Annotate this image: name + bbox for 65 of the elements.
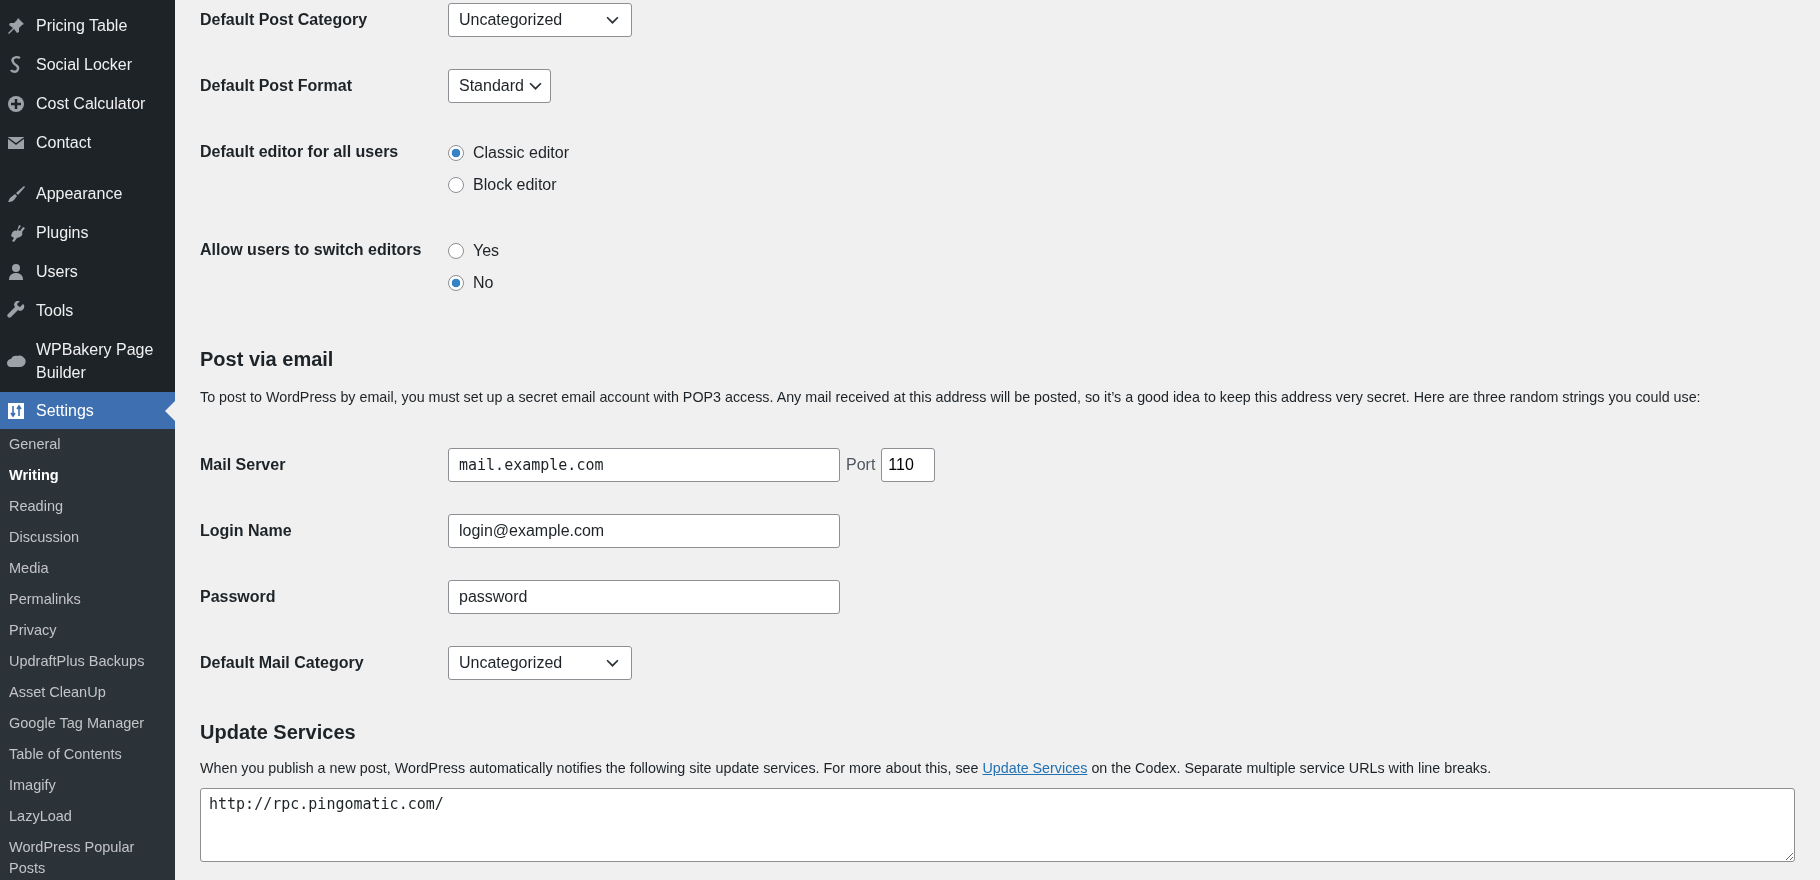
sidebar-submenu-item[interactable]: Imagify — [0, 770, 175, 801]
sidebar-submenu-item[interactable]: WordPress Popular Posts — [0, 832, 175, 880]
section-heading: Update Services — [200, 720, 357, 745]
wrench-icon — [6, 300, 26, 321]
paintbrush-icon — [6, 183, 26, 204]
sidebar-menu-item[interactable]: Appearance — [0, 174, 175, 213]
sidebar-submenu-item[interactable]: Writing — [0, 460, 175, 491]
update-services-link[interactable]: Update Services — [982, 760, 1088, 776]
sidebar-submenu-item[interactable]: Media — [0, 553, 175, 584]
port-field[interactable]: 110 — [881, 448, 936, 482]
sidebar-submenu-item[interactable]: Table of Contents — [0, 739, 175, 770]
sidebar-menu-item[interactable]: Plugins — [0, 213, 175, 252]
user-icon — [6, 261, 26, 282]
sidebar-menu-item[interactable]: Contact — [0, 123, 175, 162]
setting-label: Default Post Format — [200, 76, 353, 96]
sidebar-menu-item[interactable]: Settings — [0, 392, 175, 429]
setting-label: Login Name — [200, 521, 293, 541]
section-heading: Post via email — [200, 347, 335, 372]
chevron-down-icon — [606, 658, 619, 668]
radio-label[interactable]: Block editor — [473, 176, 557, 194]
radio-button[interactable] — [448, 275, 464, 291]
setting-label: Default Post Category — [200, 10, 369, 30]
setting-label: Mail Server — [200, 455, 287, 475]
chevron-down-icon — [606, 15, 619, 25]
description-text: When you publish a new post, WordPress automatically notifies the following site update services. For more about this, see — [200, 760, 979, 776]
setting-label: Default editor for all users — [200, 142, 400, 162]
sidebar-submenu-item[interactable]: Discussion — [0, 522, 175, 553]
text-field[interactable]: login@example.com — [448, 514, 840, 548]
update-services-textarea[interactable]: http://rpc.pingomatic.com/ — [200, 788, 1795, 862]
current-page-notch-icon — [165, 400, 175, 421]
sidebar-submenu-item[interactable]: General — [0, 429, 175, 460]
sidebar-submenu-item[interactable]: Reading — [0, 491, 175, 522]
plus-circle-icon — [6, 93, 26, 114]
select-dropdown[interactable]: Standard — [448, 69, 551, 103]
sidebar-submenu-item[interactable]: Google Tag Manager — [0, 708, 175, 739]
select-dropdown[interactable]: Uncategorized — [448, 3, 632, 37]
pushpin-icon — [6, 15, 26, 36]
sidebar-menu-item[interactable]: WPBakery Page Builder — [0, 330, 175, 392]
sidebar-submenu-item[interactable]: LazyLoad — [0, 801, 175, 832]
setting-label: Default Mail Category — [200, 653, 365, 673]
radio-button[interactable] — [448, 145, 464, 161]
setting-label: Allow users to switch editors — [200, 240, 423, 260]
sidebar-submenu-item[interactable]: Privacy — [0, 615, 175, 646]
sidebar-menu-item[interactable]: Users — [0, 252, 175, 291]
sidebar-submenu-item[interactable]: Asset CleanUp — [0, 677, 175, 708]
sidebar-menu-item[interactable]: Pricing Table — [0, 6, 175, 45]
setting-label: Password — [200, 587, 277, 607]
radio-label[interactable]: Classic editor — [473, 144, 570, 162]
chevron-down-icon — [529, 81, 542, 91]
sidebar-menu-item[interactable]: Tools — [0, 291, 175, 330]
settings-icon — [6, 400, 26, 421]
radio-label[interactable]: Yes — [473, 242, 500, 260]
sidebar-menu-item[interactable]: Cost Calculator — [0, 84, 175, 123]
sidebar-submenu-item[interactable]: UpdraftPlus Backups — [0, 646, 175, 677]
radio-button[interactable] — [448, 243, 464, 259]
text-field[interactable]: password — [448, 580, 840, 614]
radio-button[interactable] — [448, 177, 464, 193]
description-text: on the Codex. Separate multiple service URLs with line breaks. — [1091, 760, 1492, 776]
text-field[interactable]: mail.example.com — [448, 448, 840, 482]
radio-label[interactable]: No — [473, 274, 494, 292]
sidebar-submenu-item[interactable]: Permalinks — [0, 584, 175, 615]
port-label: Port — [846, 456, 876, 474]
sidebar-menu-item[interactable]: Social Locker — [0, 45, 175, 84]
select-dropdown[interactable]: Uncategorized — [448, 646, 632, 680]
section-description: To post to WordPress by email, you must set up a secret email account with POP3 access. Any mail received at this address will be posted, so it’s a good idea to keep this address very secret. Here are three random strings you could use: — [200, 388, 1702, 407]
